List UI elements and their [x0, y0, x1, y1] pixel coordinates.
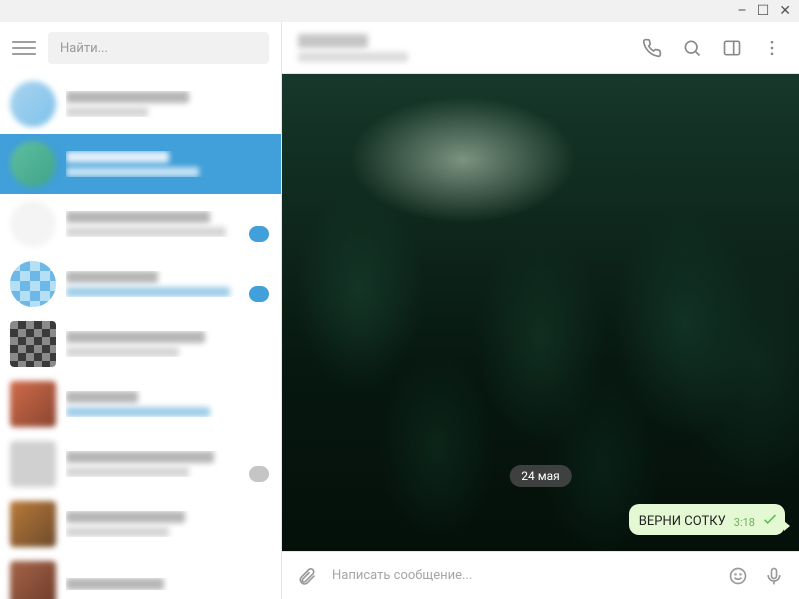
chat-list-item[interactable]: [0, 374, 281, 434]
chat-item-preview: [66, 227, 226, 237]
chat-item-name: [66, 211, 210, 223]
chat-item-text: [66, 578, 271, 590]
date-separator: 24 мая: [509, 465, 571, 487]
search-icon[interactable]: [681, 37, 703, 59]
message-input-bar: [282, 551, 799, 599]
right-panel: 24 мая ВЕРНИ СОТКУ 3:18: [282, 22, 799, 599]
menu-button[interactable]: [12, 36, 36, 60]
chat-item-preview: [66, 167, 199, 177]
chat-item-text: [66, 331, 271, 357]
unread-badge: [249, 286, 269, 302]
sidebar-toggle-icon[interactable]: [721, 37, 743, 59]
unread-badge: [249, 226, 269, 242]
avatar: [10, 441, 56, 487]
avatar: [10, 381, 56, 427]
outgoing-message[interactable]: ВЕРНИ СОТКУ 3:18: [629, 504, 785, 535]
emoji-icon[interactable]: [727, 565, 749, 587]
chat-item-preview: [66, 347, 179, 357]
unread-badge: [249, 466, 269, 482]
chat-item-name: [66, 511, 185, 523]
message-time: 3:18: [734, 516, 755, 529]
chat-list-item[interactable]: [0, 74, 281, 134]
chat-item-name: [66, 578, 164, 590]
chat-item-preview: [66, 407, 210, 417]
chat-list-item[interactable]: [0, 494, 281, 554]
search-input[interactable]: [48, 32, 269, 64]
chat-item-name: [66, 271, 158, 283]
chat-header: [282, 22, 799, 74]
chat-item-text: [66, 451, 271, 477]
chat-list-item[interactable]: [0, 554, 281, 599]
chat-list-item[interactable]: [0, 194, 281, 254]
chat-item-name: [66, 151, 169, 163]
avatar: [10, 501, 56, 547]
microphone-icon[interactable]: [763, 565, 785, 587]
chat-header-status: [298, 52, 408, 62]
message-input[interactable]: [332, 568, 713, 583]
app-container: 24 мая ВЕРНИ СОТКУ 3:18: [0, 22, 799, 599]
left-panel: [0, 22, 282, 599]
chat-item-text: [66, 151, 271, 177]
chat-item-text: [66, 211, 271, 237]
chat-item-text: [66, 271, 271, 297]
chat-item-text: [66, 91, 271, 117]
chat-item-preview: [66, 287, 230, 297]
minimize-button[interactable]: –: [738, 4, 747, 18]
avatar: [10, 141, 56, 187]
close-button[interactable]: ✕: [779, 4, 791, 18]
message-text: ВЕРНИ СОТКУ: [639, 514, 726, 529]
chat-list-item[interactable]: [0, 434, 281, 494]
chat-item-text: [66, 511, 271, 537]
chat-header-name: [298, 34, 368, 48]
chat-item-preview: [66, 527, 169, 537]
message-read-check-icon: [763, 510, 777, 529]
chat-item-name: [66, 91, 189, 103]
chat-list[interactable]: [0, 74, 281, 599]
chat-body[interactable]: 24 мая ВЕРНИ СОТКУ 3:18: [282, 74, 799, 551]
more-icon[interactable]: [761, 37, 783, 59]
chat-list-item[interactable]: [0, 134, 281, 194]
chat-item-preview: [66, 107, 148, 117]
avatar: [10, 81, 56, 127]
maximize-button[interactable]: ☐: [757, 4, 770, 18]
avatar: [10, 201, 56, 247]
attach-icon[interactable]: [296, 565, 318, 587]
chat-item-name: [66, 331, 205, 343]
chat-list-item[interactable]: [0, 254, 281, 314]
chat-item-text: [66, 391, 271, 417]
left-header: [0, 22, 281, 74]
chat-item-preview: [66, 467, 189, 477]
avatar: [10, 561, 56, 599]
call-icon[interactable]: [641, 37, 663, 59]
avatar: [10, 321, 56, 367]
chat-list-item[interactable]: [0, 314, 281, 374]
chat-item-name: [66, 451, 214, 463]
window-titlebar: – ☐ ✕: [0, 0, 799, 22]
chat-item-name: [66, 391, 138, 403]
avatar: [10, 261, 56, 307]
chat-header-info[interactable]: [298, 34, 623, 62]
